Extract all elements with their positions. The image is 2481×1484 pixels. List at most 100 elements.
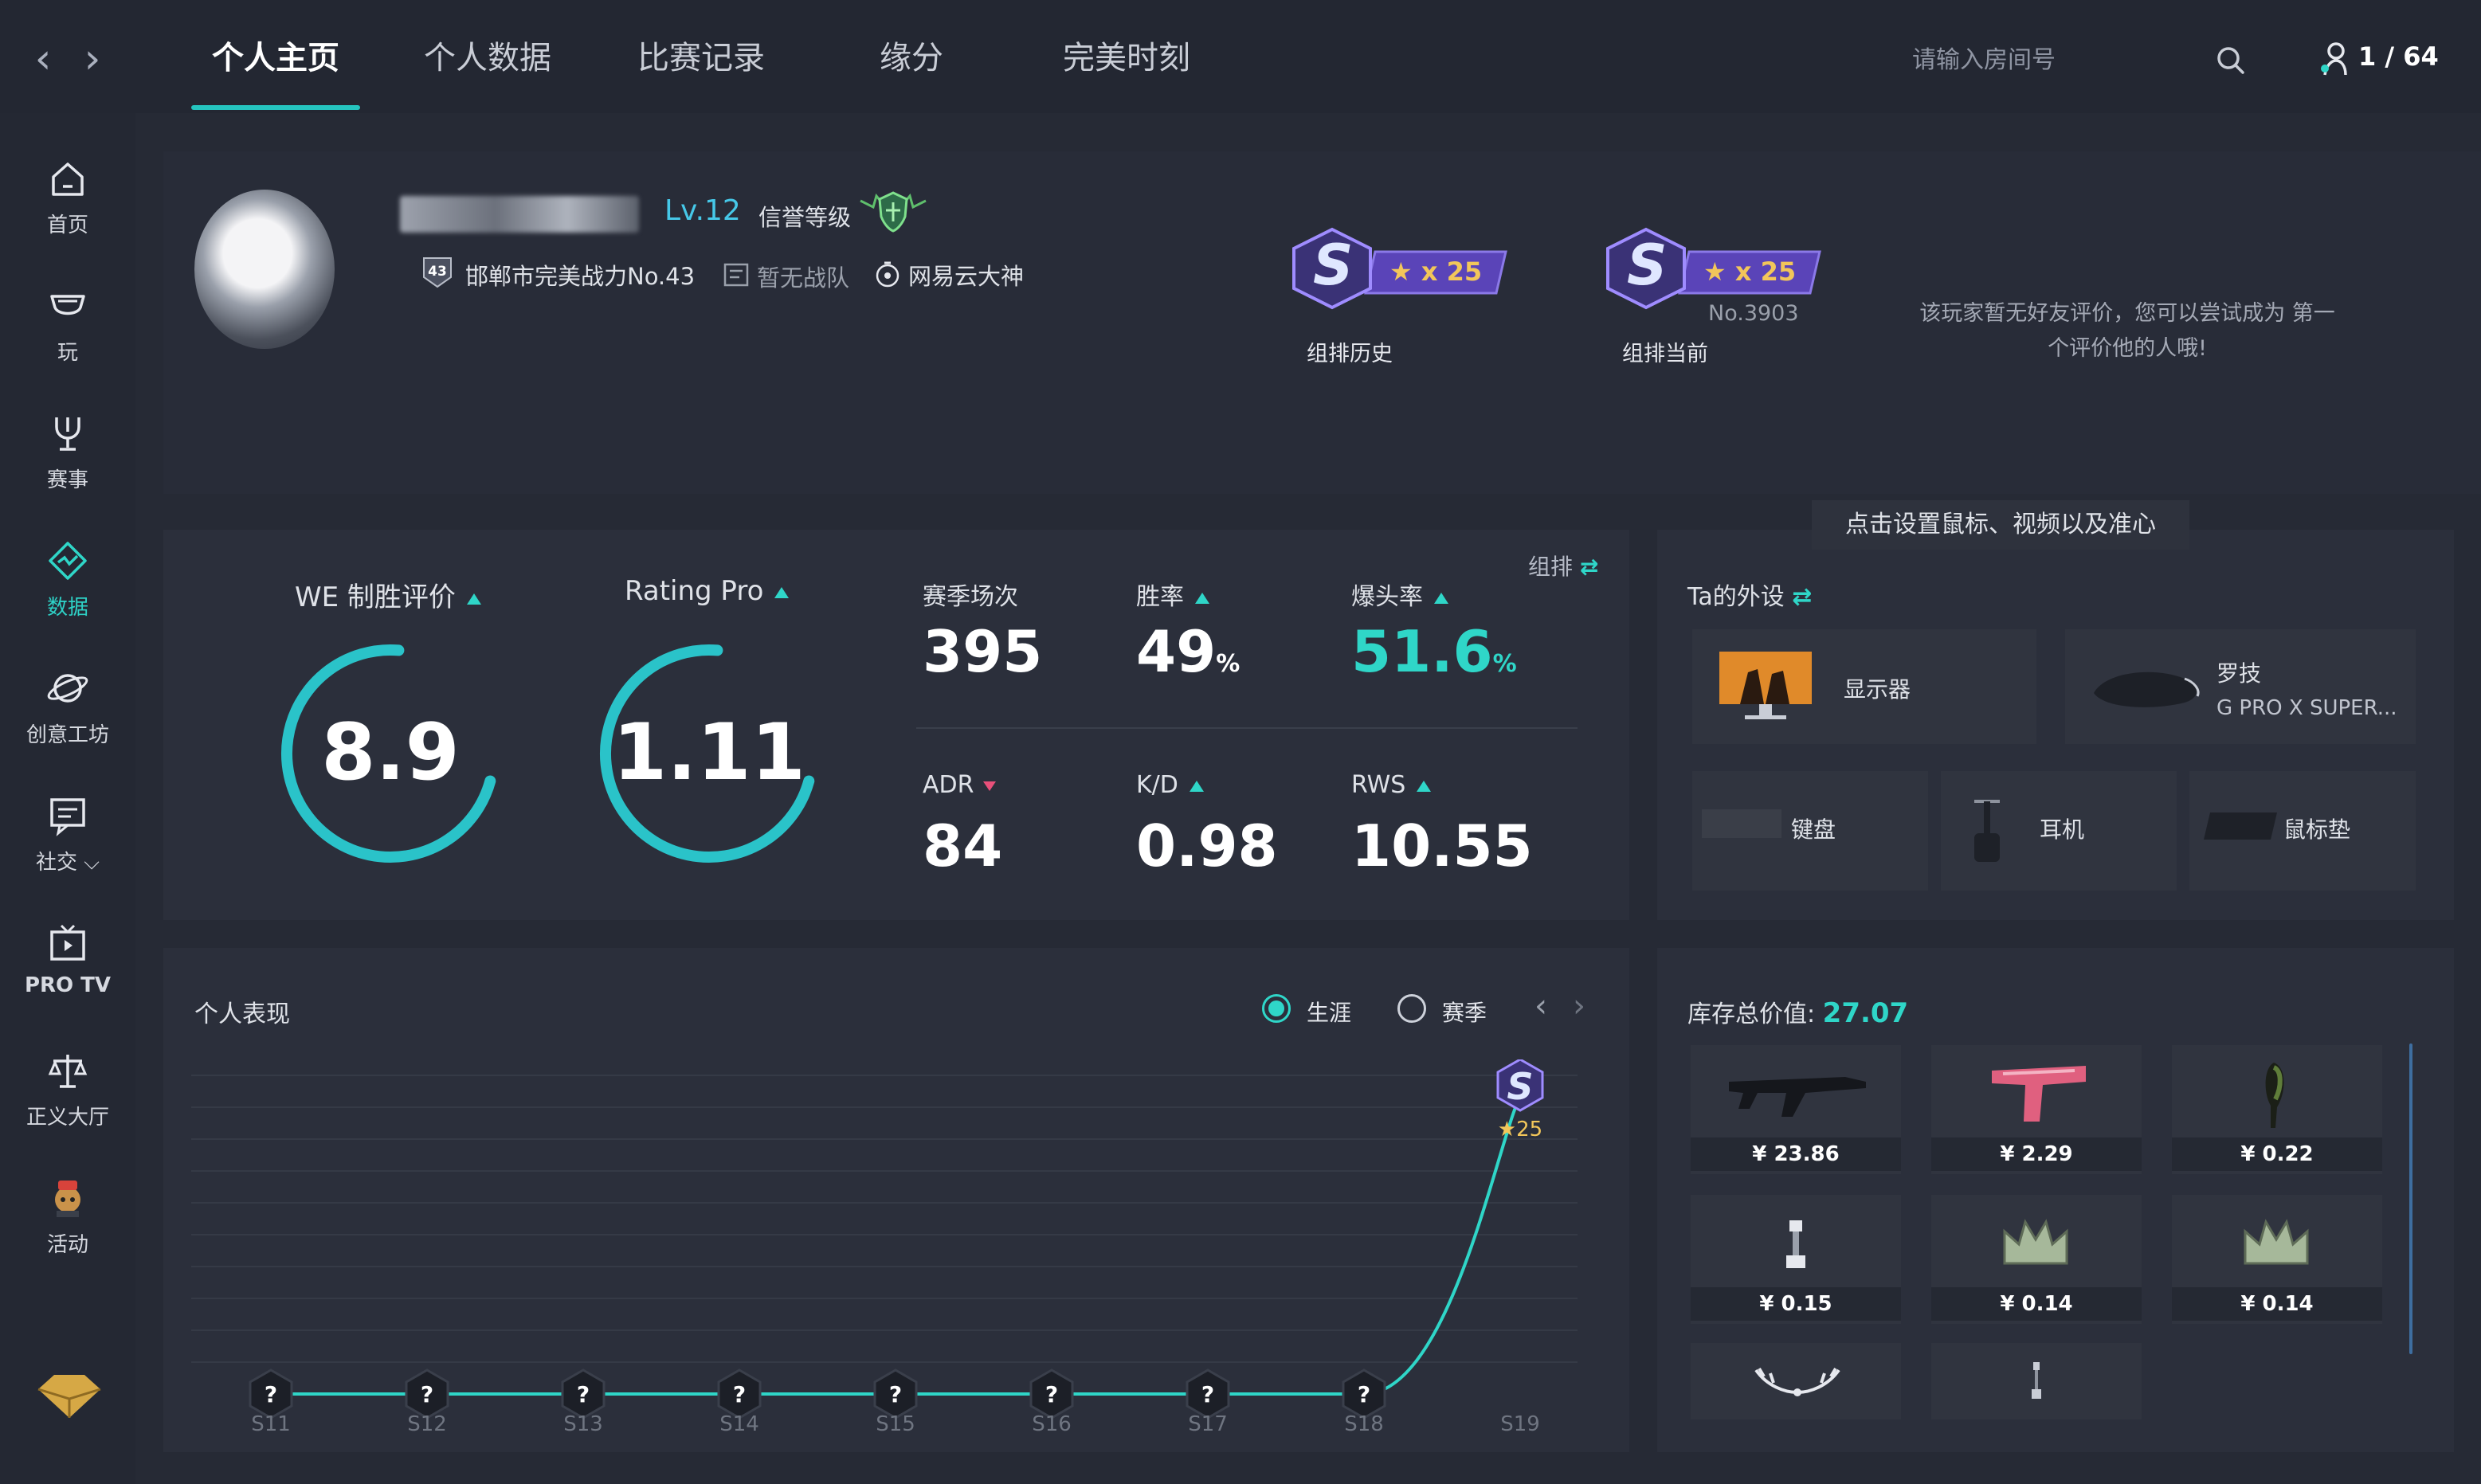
sidebar-item-data[interactable]: 数据: [16, 532, 120, 644]
gear-headset-card[interactable]: 耳机: [1941, 771, 2177, 891]
career-label[interactable]: 生涯: [1307, 996, 1351, 1028]
friend-review-placeholder: 该玩家暂无好友评价，您可以尝试成为 第一 个评价他的人哦!: [1888, 296, 2366, 366]
unknown-rank-marker[interactable]: ?: [1029, 1368, 1074, 1419]
unknown-rank-marker[interactable]: ?: [1186, 1368, 1230, 1419]
headshot-rate-label-text: 爆头率: [1351, 583, 1423, 611]
sidebar-item-play[interactable]: 玩: [16, 277, 120, 389]
rating-pro-value: 1.11: [613, 707, 805, 798]
svg-text:?: ?: [1201, 1381, 1214, 1408]
inventory-item[interactable]: [1691, 1343, 1901, 1419]
sidebar-item-pro-tv[interactable]: PRO TV: [16, 914, 120, 1026]
inventory-scrollbar[interactable]: [2409, 1043, 2412, 1354]
unknown-rank-marker[interactable]: ?: [405, 1368, 449, 1419]
mode-switch[interactable]: 组排 ⇄: [1528, 550, 1598, 581]
pistol-icon: [1992, 1066, 2086, 1122]
mousepad-label: 鼠标垫: [2283, 816, 2351, 843]
unknown-rank-marker[interactable]: ?: [249, 1368, 293, 1419]
season-label: S17: [1188, 1412, 1228, 1434]
season-label: S11: [251, 1412, 291, 1434]
adr-label: ADR: [923, 771, 997, 799]
mouse-model: G PRO X SUPER...: [2216, 696, 2397, 720]
inventory-item[interactable]: ¥ 0.22: [2172, 1045, 2382, 1174]
gear-mousepad-card[interactable]: 鼠标垫: [2189, 771, 2416, 891]
gear-settings-tooltip[interactable]: 点击设置鼠标、视频以及准心: [1812, 500, 2189, 550]
inventory-item[interactable]: ¥ 23.86: [1691, 1045, 1901, 1174]
prev-page-button[interactable]: ‹: [1534, 988, 1547, 1024]
username-blurred: [400, 196, 639, 233]
city-rank-text[interactable]: 邯郸市完美战力No.43: [465, 258, 695, 292]
inventory-item[interactable]: ¥ 2.29: [1931, 1045, 2142, 1174]
online-count: 1 / 64: [2358, 41, 2439, 72]
tab-match-history[interactable]: 比赛记录: [637, 30, 765, 86]
sidebar-item-justice-hall[interactable]: 正义大厅: [16, 1042, 120, 1153]
inventory-item[interactable]: ¥ 0.15: [1691, 1195, 1901, 1324]
sidebar-item-label: 创意工坊: [25, 723, 109, 747]
mousepad-icon: [2204, 812, 2277, 840]
sidebar-item-label: 社交: [36, 851, 78, 875]
next-page-button[interactable]: ›: [1573, 988, 1585, 1024]
rifle-icon: [1729, 1077, 1866, 1117]
svg-text:?: ?: [265, 1381, 277, 1408]
sidebar-item-social[interactable]: 社交 ⌵: [16, 787, 120, 899]
career-radio[interactable]: [1262, 994, 1291, 1023]
friends-online-icon[interactable]: [2317, 40, 2352, 80]
sidebar-item-label: PRO TV: [24, 973, 112, 997]
svg-text:★25: ★25: [1498, 1118, 1542, 1141]
review-text-line-1: 该玩家暂无好友评价，您可以尝试成为 第一: [1919, 301, 2335, 326]
trend-up-icon: [1417, 780, 1432, 792]
we-rating-label: WE 制胜评价: [295, 575, 481, 614]
season-label: S12: [407, 1412, 447, 1434]
pin-icon: [1786, 1220, 1805, 1268]
back-button[interactable]: ‹: [27, 35, 59, 83]
season-label[interactable]: 赛季: [1442, 996, 1487, 1028]
vip-diamond-icon[interactable]: [35, 1370, 104, 1423]
unknown-rank-marker[interactable]: ?: [561, 1368, 606, 1419]
sidebar-item-home[interactable]: 首页: [16, 150, 120, 261]
credit-shield-icon[interactable]: [857, 190, 929, 234]
forward-button[interactable]: ›: [76, 35, 108, 83]
season-label: S15: [876, 1412, 915, 1434]
swap-icon: ⇄: [1579, 554, 1599, 580]
unknown-rank-marker[interactable]: ?: [1342, 1368, 1386, 1419]
team-name: 暂无战队: [757, 264, 850, 292]
sidebar-item-label: 活动: [46, 1233, 88, 1257]
season-label: S16: [1032, 1412, 1072, 1434]
chart-gridlines: [191, 1075, 1578, 1363]
rank-badge-marker[interactable]: S ★25: [1496, 1059, 1544, 1141]
we-rating-label-text: WE 制胜评价: [295, 581, 456, 613]
unknown-rank-marker[interactable]: ?: [717, 1368, 762, 1419]
tab-fate[interactable]: 缘分: [880, 30, 943, 86]
music-tag-icon: [873, 260, 902, 288]
gear-mouse-card[interactable]: 罗技 G PRO X SUPER...: [2065, 629, 2416, 744]
inventory-item[interactable]: ¥ 0.14: [1931, 1195, 2142, 1324]
sidebar-item-workshop[interactable]: 创意工坊: [16, 660, 120, 771]
season-label: S18: [1344, 1412, 1384, 1434]
tab-perfect-moments[interactable]: 完美时刻: [1063, 30, 1190, 86]
sidebar-item-activities[interactable]: 活动: [16, 1169, 120, 1281]
unknown-rank-marker[interactable]: ?: [873, 1368, 918, 1419]
sidebar-item-events[interactable]: 赛事: [16, 405, 120, 516]
performance-chart: ??????? ? S ★25 S11 S12 S13 S14 S15 S16 S17 S18 S19: [191, 1059, 1578, 1434]
tab-profile[interactable]: 个人主页: [212, 30, 339, 86]
chat-icon: [50, 798, 85, 836]
gear-keyboard-card[interactable]: 键盘: [1692, 771, 1928, 891]
gear-monitor-card[interactable]: 显示器: [1692, 629, 2036, 744]
team-rank-current-caption: 组排当前: [1622, 342, 1708, 366]
season-label: S19: [1500, 1412, 1540, 1434]
inventory-item[interactable]: ¥ 0.14: [2172, 1195, 2382, 1324]
keyboard-icon: [1702, 809, 1781, 838]
crown-icon: [2003, 1219, 2068, 1265]
rws-value: 10.55: [1351, 812, 1533, 879]
search-icon[interactable]: [2213, 43, 2248, 78]
tab-personal-data[interactable]: 个人数据: [424, 30, 551, 86]
season-markers: ??????? ? S ★25: [249, 1059, 1544, 1419]
inventory-total-value: 27.07: [1822, 997, 1909, 1029]
monitor-icon: [1719, 652, 1812, 719]
kd-value: 0.98: [1136, 812, 1278, 879]
win-rate-value: 49%: [1136, 618, 1240, 685]
planet-icon: [47, 674, 88, 703]
avatar[interactable]: [194, 190, 335, 349]
justice-scale-icon: [48, 1055, 88, 1088]
season-radio[interactable]: [1397, 994, 1426, 1023]
inventory-item[interactable]: [1931, 1343, 2142, 1419]
